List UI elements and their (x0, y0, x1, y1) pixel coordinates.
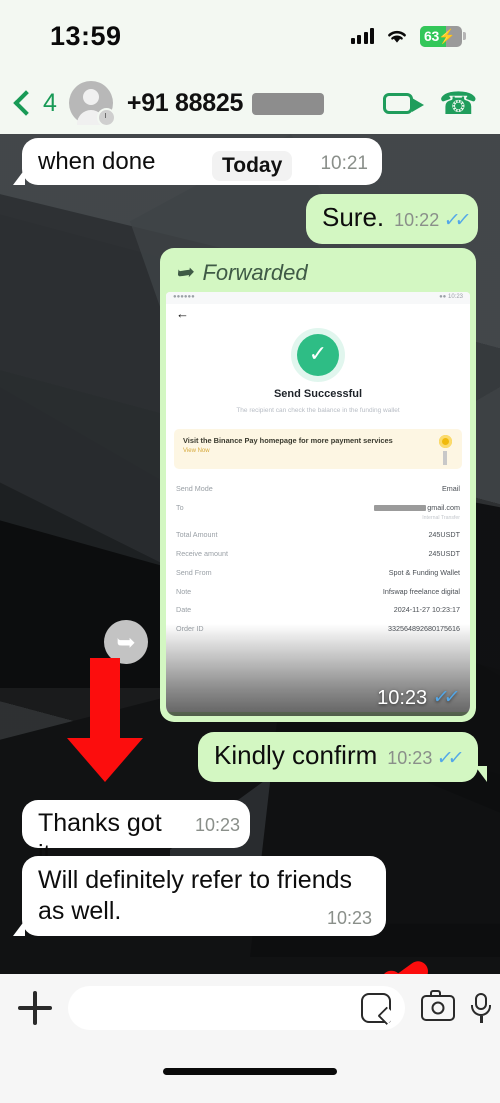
microphone-icon[interactable] (471, 993, 491, 1023)
message-bubble-incoming[interactable]: when done 10:21 (13, 138, 382, 185)
back-chevron-icon (13, 90, 39, 116)
read-receipt-ticks-icon: ✓✓ (435, 748, 461, 770)
transaction-details: Send Mode Email To gmail.com Internal Tr… (176, 485, 460, 634)
message-input[interactable] (86, 995, 361, 1021)
detail-value: 245USDT (428, 530, 460, 540)
message-bubble-incoming[interactable]: Will definitely refer to friends as well… (13, 856, 386, 936)
message-bubble-outgoing[interactable]: Sure. 10:22 ✓✓ (306, 194, 478, 244)
forwarded-label: ➥ Forwarded (166, 254, 470, 292)
detail-row: Send From Spot & Funding Wallet (176, 567, 460, 578)
status-bar: 13:59 63 ⚡ (0, 0, 500, 72)
redacted-number-block (252, 92, 325, 115)
detail-label: Receive amount (176, 549, 228, 559)
detail-subvalue: Internal Transfer (422, 514, 460, 521)
message-meta: 10:22 ✓✓ (394, 209, 471, 232)
detail-value: Email (442, 484, 460, 494)
detail-value: Spot & Funding Wallet (388, 567, 460, 577)
detail-label: Note (176, 586, 192, 596)
message-text: when done (38, 148, 156, 175)
success-check-icon: ✓ (297, 334, 339, 376)
binance-coin-icon (439, 435, 452, 449)
message-composer (0, 974, 500, 1103)
screenshot-subtitle: The recipient can check the balance in t… (236, 407, 400, 415)
forward-arrow-icon: ➥ (173, 258, 195, 286)
detail-value: gmail.com (427, 503, 460, 513)
promo-text: Visit the Binance Pay homepage for more … (183, 436, 393, 446)
message-time: 10:21 (320, 153, 368, 174)
plus-attach-icon[interactable] (18, 991, 52, 1025)
message-meta: 10:23 ✓✓ (387, 747, 464, 770)
battery-cap (463, 32, 466, 40)
status-bar-indicators: 63 ⚡ (350, 25, 466, 47)
message-time: 10:23 (377, 686, 428, 709)
message-input-wrapper[interactable] (68, 986, 405, 1030)
detail-value: Infswap freelance digital (382, 586, 460, 596)
message-time: 10:23 (387, 748, 433, 768)
detail-value-redacted: gmail.com Internal Transfer (374, 503, 460, 521)
battery-percent: 63 (424, 28, 439, 44)
avatar-head (82, 89, 99, 105)
disappearing-messages-timer-icon (96, 108, 116, 127)
promo-link[interactable]: View Now (183, 448, 453, 455)
back-button[interactable]: 4 (12, 89, 57, 118)
message-bubble-image-outgoing[interactable]: ➥ Forwarded ●●●●●● ●● 10:23 ← ✓ Send Succ… (160, 248, 476, 722)
read-receipt-ticks-icon: ✓✓ (431, 687, 457, 709)
detail-label: Total Amount (176, 530, 218, 540)
forwarded-label-text: Forwarded (202, 259, 308, 285)
detail-label: Date (176, 605, 192, 615)
message-bubble-outgoing[interactable]: Kindly confirm 10:23 ✓✓ (198, 732, 487, 782)
whatsapp-chat-screen: 13:59 63 ⚡ 4 +91 88825 ☎ when done 10:21… (0, 0, 500, 1103)
message-text: Will definitely refer to friends as well… (38, 866, 353, 925)
detail-label: To (176, 503, 184, 513)
signal-bars-icon (350, 28, 374, 44)
promo-decor-bar (443, 451, 447, 466)
charging-bolt-icon: ⚡ (437, 27, 456, 44)
message-meta: 10:23 ✓✓ (377, 686, 460, 710)
message-bubble-incoming[interactable]: Thanks got it. 10:23 (22, 800, 250, 868)
chat-header: 4 +91 88825 ☎ (0, 72, 500, 134)
message-list[interactable]: when done 10:21 Today Sure. 10:22 ✓✓ ➥ F… (0, 134, 500, 974)
promo-banner[interactable]: Visit the Binance Pay homepage for more … (174, 429, 462, 470)
detail-row: Send Mode Email (176, 485, 460, 494)
detail-row: To gmail.com Internal Transfer (176, 503, 460, 521)
wifi-icon (388, 30, 406, 43)
detail-value: 245USDT (428, 549, 460, 559)
contact-name-text: +91 88825 (126, 88, 244, 117)
message-text: Kindly confirm (214, 740, 378, 770)
home-indicator (163, 1068, 337, 1075)
detail-label: Send From (176, 567, 212, 577)
date-divider: Today (212, 151, 293, 181)
camera-icon[interactable] (421, 990, 455, 1021)
back-arrow-icon[interactable]: ← (166, 304, 470, 320)
status-bar-time: 13:59 (50, 20, 122, 51)
detail-label: Send Mode (176, 484, 213, 494)
screenshot-status-bar: ●●●●●● ●● 10:23 (166, 292, 470, 304)
unread-count-badge: 4 (43, 88, 57, 117)
contact-name[interactable]: +91 88825 (126, 88, 325, 118)
message-time: 10:23 (194, 815, 240, 835)
detail-row: Total Amount 245USDT (176, 530, 460, 540)
screenshot-title: Send Successful (273, 388, 363, 400)
battery-icon: 63 ⚡ (420, 25, 462, 47)
message-text: Sure. (322, 202, 385, 232)
video-call-icon[interactable] (383, 92, 425, 114)
read-receipt-ticks-icon: ✓✓ (442, 210, 468, 232)
message-time: 10:23 (326, 908, 372, 929)
detail-value: 2024-11-27 10:23:17 (393, 605, 460, 615)
avatar[interactable] (68, 81, 116, 127)
message-time: 10:22 (394, 210, 440, 230)
detail-row: Note Infswap freelance digital (176, 586, 460, 597)
voice-call-icon[interactable]: ☎ (439, 86, 478, 121)
detail-row: Receive amount 245USDT (176, 549, 460, 559)
red-left-arrow-annotation (377, 957, 434, 974)
redacted-email-block (374, 505, 427, 512)
sticker-icon[interactable] (361, 993, 391, 1023)
detail-row: Date 2024-11-27 10:23:17 (176, 606, 460, 615)
